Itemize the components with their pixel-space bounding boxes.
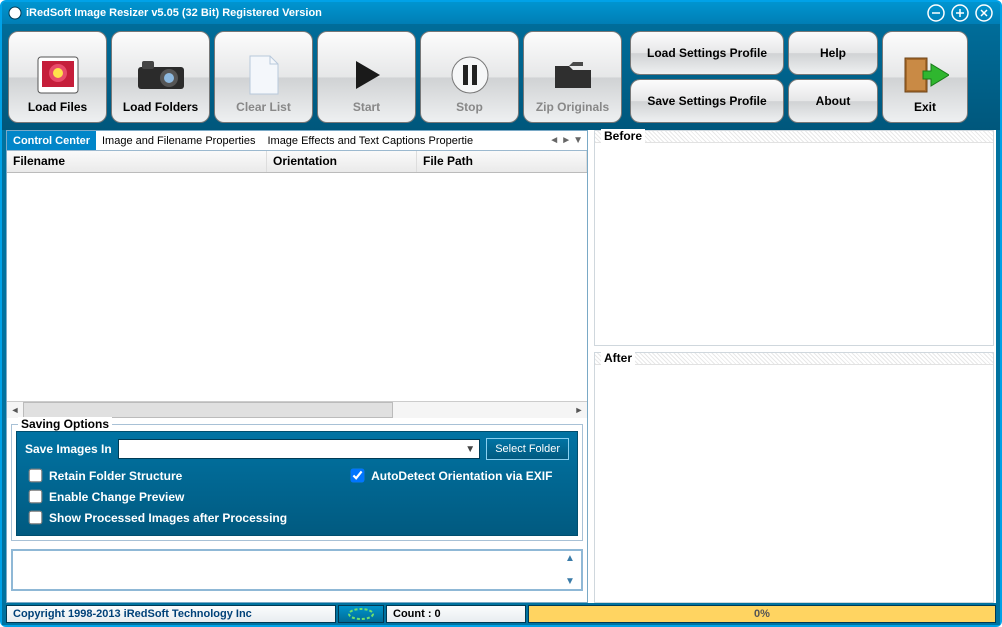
start-button[interactable]: Start [317,31,416,123]
save-in-label: Save Images In [25,442,112,456]
main-area: Control Center Image and Filename Proper… [6,130,996,603]
tab-scroll-controls: ◄ ► ▼ [549,135,587,146]
enable-preview-checkbox[interactable]: Enable Change Preview [25,487,287,506]
tab-image-effects[interactable]: Image Effects and Text Captions Properti… [261,131,479,150]
maximize-button[interactable] [950,4,970,22]
busy-spinner-icon [338,605,384,623]
zip-originals-label: Zip Originals [536,100,609,114]
col-filepath-header[interactable]: File Path [417,151,587,172]
spin-down-icon[interactable]: ▼ [565,576,579,587]
door-exit-icon [901,50,949,100]
tab-control-center[interactable]: Control Center [7,131,96,150]
app-icon [8,6,22,20]
scroll-thumb[interactable] [23,402,393,418]
before-label: Before [601,129,645,143]
close-button[interactable] [974,4,994,22]
select-folder-button[interactable]: Select Folder [486,438,569,460]
stop-button[interactable]: Stop [420,31,519,123]
scroll-right-icon[interactable]: ► [571,402,587,418]
after-preview: After [594,352,994,603]
folder-icon [551,50,595,100]
log-textarea[interactable]: ▲ ▼ [11,549,583,591]
load-files-label: Load Files [28,100,87,114]
grid-header: Filename Orientation File Path [7,151,587,173]
tab-scroll-left-icon[interactable]: ◄ [549,135,559,146]
load-folders-button[interactable]: Load Folders [111,31,210,123]
stop-label: Stop [456,100,483,114]
load-folders-label: Load Folders [123,100,198,114]
right-panel: Before After [594,130,996,603]
help-button[interactable]: Help [788,31,878,75]
about-button[interactable]: About [788,79,878,123]
tab-image-filename-props[interactable]: Image and Filename Properties [96,131,261,150]
saving-options-legend: Saving Options [18,417,112,431]
clear-list-button[interactable]: Clear List [214,31,313,123]
after-label: After [601,351,635,365]
spin-up-icon[interactable]: ▲ [565,553,579,564]
file-grid[interactable] [7,173,587,401]
show-processed-checkbox[interactable]: Show Processed Images after Processing [25,508,287,527]
minimize-button[interactable] [926,4,946,22]
autodetect-exif-checkbox[interactable]: AutoDetect Orientation via EXIF [347,466,552,485]
saving-options-group: Saving Options Save Images In ▼ Select F… [11,424,583,541]
play-icon [350,50,384,100]
count-label: Count : 0 [386,605,526,623]
grid-horizontal-scroll[interactable]: ◄ ► [7,401,587,418]
camera-icon [136,50,186,100]
copyright-label: Copyright 1998-2013 iRedSoft Technology … [6,605,336,623]
load-profile-button[interactable]: Load Settings Profile [630,31,784,75]
left-panel: Control Center Image and Filename Proper… [6,130,588,603]
tab-scroll-right-icon[interactable]: ► [561,135,571,146]
tab-dropdown-icon[interactable]: ▼ [573,135,583,146]
before-preview: Before [594,130,994,346]
help-label: Help [820,46,846,60]
load-profile-label: Load Settings Profile [647,46,767,60]
progress-bar: 0% [528,605,996,623]
app-window: iRedSoft Image Resizer v5.05 (32 Bit) Re… [0,0,1002,627]
tab-strip: Control Center Image and Filename Proper… [7,131,587,151]
col-orientation-header[interactable]: Orientation [267,151,417,172]
main-toolbar: Load Files Load Folders Clear List Start… [2,24,1000,130]
save-path-dropdown[interactable]: ▼ [118,439,480,459]
titlebar: iRedSoft Image Resizer v5.05 (32 Bit) Re… [2,2,1000,24]
save-profile-label: Save Settings Profile [647,94,766,108]
retain-folder-checkbox[interactable]: Retain Folder Structure [25,466,287,485]
document-icon [246,50,282,100]
about-label: About [816,94,851,108]
zip-originals-button[interactable]: Zip Originals [523,31,622,123]
statusbar: Copyright 1998-2013 iRedSoft Technology … [2,603,1000,625]
save-profile-button[interactable]: Save Settings Profile [630,79,784,123]
col-filename-header[interactable]: Filename [7,151,267,172]
clear-list-label: Clear List [236,100,291,114]
chevron-down-icon: ▼ [465,444,475,455]
photo-icon [36,50,80,100]
window-title: iRedSoft Image Resizer v5.05 (32 Bit) Re… [26,7,322,19]
load-files-button[interactable]: Load Files [8,31,107,123]
pause-icon [450,50,490,100]
start-label: Start [353,100,380,114]
exit-button[interactable]: Exit [882,31,968,123]
exit-label: Exit [914,100,936,114]
scroll-left-icon[interactable]: ◄ [7,402,23,418]
